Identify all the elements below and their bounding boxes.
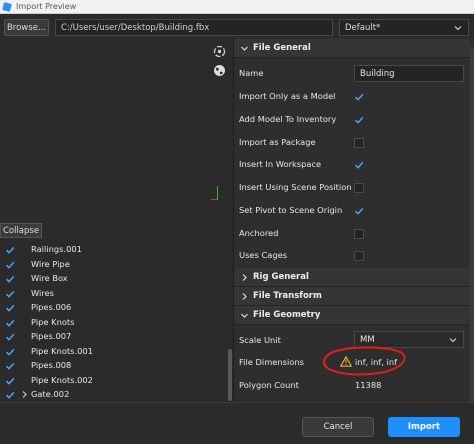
checkbox-empty[interactable] xyxy=(354,251,364,261)
tree-item[interactable]: Pipe Knots.002 xyxy=(0,374,228,388)
polygon-count-label: Polygon Count xyxy=(239,380,299,390)
section-title: Rig General xyxy=(253,272,309,282)
tree-item[interactable]: Pipes.006 xyxy=(0,301,228,315)
section-file-general[interactable]: File General xyxy=(234,39,470,58)
file-dimensions-label: File Dimensions xyxy=(239,357,304,367)
tree-item[interactable]: Wire Pipe xyxy=(0,258,228,272)
section-title: File Transform xyxy=(253,291,322,301)
browse-button[interactable]: Browse... xyxy=(4,19,49,36)
option-label: Import as Package xyxy=(239,137,316,147)
tree-item[interactable]: Pipe Knots xyxy=(0,316,228,330)
chevron-down-icon xyxy=(241,313,248,318)
checkmark-icon[interactable] xyxy=(5,332,15,342)
option-label: Add Model To Inventory xyxy=(239,114,337,124)
option-label: Set Pivot to Scene Origin xyxy=(239,205,343,215)
checkmark-icon[interactable] xyxy=(354,92,364,102)
dialog-footer: Cancel Import xyxy=(0,402,474,444)
tree-item[interactable]: Wires xyxy=(0,287,228,301)
chevron-down-icon xyxy=(241,46,248,51)
tree-item[interactable]: Pipes.008 xyxy=(0,359,228,373)
checkbox-empty[interactable] xyxy=(354,183,364,193)
tree-item[interactable]: Wire Box xyxy=(0,272,228,286)
tree-item-label: Pipe Knots.002 xyxy=(31,374,93,385)
app-logo-icon xyxy=(2,1,12,12)
section-file-geometry[interactable]: File Geometry xyxy=(234,306,470,325)
section-rig-general[interactable]: Rig General xyxy=(234,268,470,287)
chevron-right-icon xyxy=(242,274,247,281)
option-label: Uses Cages xyxy=(239,250,288,260)
tree-item[interactable]: Gate.002 xyxy=(0,388,228,402)
globe-icon[interactable] xyxy=(213,64,226,77)
option-label: Import Only as a Model xyxy=(239,91,336,101)
rotate-view-icon[interactable] xyxy=(213,45,226,58)
checkmark-icon[interactable] xyxy=(5,376,15,386)
name-label: Name xyxy=(239,68,264,78)
title-bar: Import Preview xyxy=(0,0,474,14)
scale-unit-value: MM xyxy=(360,334,375,345)
cancel-button[interactable]: Cancel xyxy=(302,417,374,437)
checkmark-icon[interactable] xyxy=(5,390,15,400)
checkbox-empty[interactable] xyxy=(354,138,364,148)
checkmark-icon[interactable] xyxy=(354,115,364,125)
tree-item[interactable]: Pipes.007 xyxy=(0,330,228,344)
checkmark-icon[interactable] xyxy=(5,260,15,270)
checkmark-icon[interactable] xyxy=(5,289,15,299)
preset-dropdown[interactable]: Default* xyxy=(339,19,469,36)
annotation-circle xyxy=(322,346,406,376)
name-input[interactable]: Building xyxy=(354,65,464,82)
tree-item-label: Wires xyxy=(31,287,54,298)
tree-item-label: Pipes.006 xyxy=(31,302,72,312)
chevron-down-icon xyxy=(449,338,457,343)
scale-unit-label: Scale Unit xyxy=(239,335,281,345)
tree-item-label: Pipes.008 xyxy=(31,360,72,370)
tree-item-label: Railings.001 xyxy=(31,244,82,254)
file-path-field[interactable]: C:/Users/user/Desktop/Building.fbx xyxy=(55,19,333,36)
tree-item-label: Pipe Knots.001 xyxy=(31,345,93,356)
chevron-down-icon xyxy=(454,26,462,31)
checkmark-icon[interactable] xyxy=(5,361,15,371)
option-label: Anchored xyxy=(239,228,279,238)
tree-item-label: Pipes.007 xyxy=(31,331,72,341)
checkmark-icon[interactable] xyxy=(5,274,15,284)
checkmark-icon[interactable] xyxy=(5,318,15,328)
option-label: Insert In Workspace xyxy=(239,159,322,169)
tree-item-label: Wire Box xyxy=(31,273,68,283)
checkmark-icon[interactable] xyxy=(354,160,364,170)
tree-item-label: Pipe Knots xyxy=(31,316,75,327)
properties-scrollbar[interactable] xyxy=(470,46,474,402)
y-axis-gizmo xyxy=(217,186,218,200)
hierarchy-tree: Railings.001 Wire Pipe Wire Box Wires Pi… xyxy=(0,241,232,401)
collapse-button[interactable]: Collapse xyxy=(0,223,42,238)
checkmark-icon[interactable] xyxy=(5,347,15,357)
tree-item[interactable]: Railings.001 xyxy=(0,243,228,257)
x-axis-gizmo xyxy=(211,199,217,200)
section-title: File Geometry xyxy=(253,310,321,320)
polygon-count-value: 11388 xyxy=(355,380,382,390)
checkbox-empty[interactable] xyxy=(354,229,364,239)
window-title: Import Preview xyxy=(16,2,77,11)
chevron-right-icon xyxy=(242,293,247,300)
checkmark-icon[interactable] xyxy=(354,206,364,216)
tree-scrollbar[interactable] xyxy=(228,349,232,401)
preset-value: Default* xyxy=(345,22,381,33)
preview-viewport[interactable] xyxy=(0,40,232,221)
chevron-right-icon[interactable] xyxy=(20,390,29,399)
checkmark-icon[interactable] xyxy=(5,245,15,255)
properties-panel: File General Name Building Import Only a… xyxy=(233,38,474,402)
tree-item-label: Wire Pipe xyxy=(31,258,70,269)
tree-item[interactable]: Pipe Knots.001 xyxy=(0,345,228,359)
import-button[interactable]: Import xyxy=(388,417,460,437)
section-file-transform[interactable]: File Transform xyxy=(234,287,470,306)
option-label: Insert Using Scene Position xyxy=(239,182,352,192)
section-title: File General xyxy=(253,43,311,53)
tree-item-label: Gate.002 xyxy=(31,389,70,399)
checkmark-icon[interactable] xyxy=(5,303,15,313)
